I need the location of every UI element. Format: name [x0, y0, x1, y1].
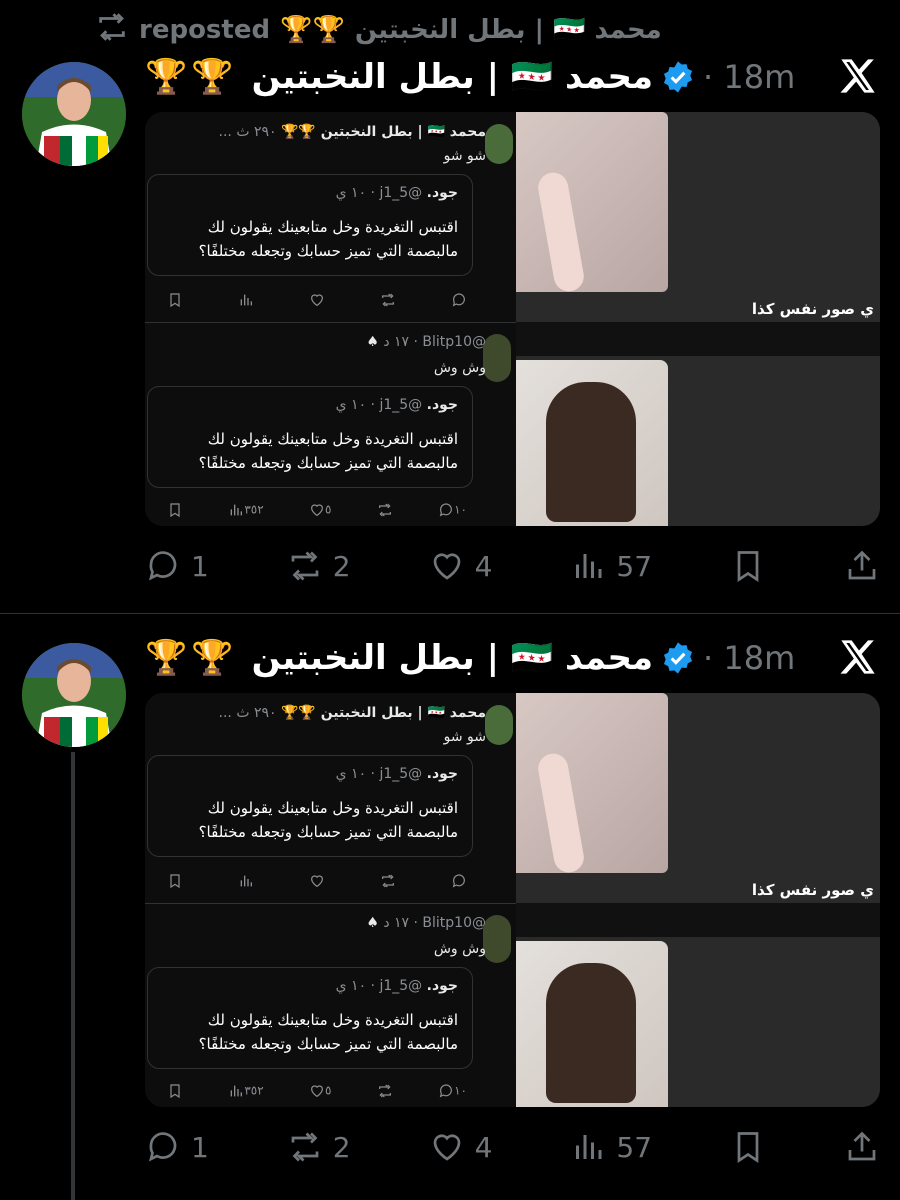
bookmark-button[interactable] [730, 1129, 766, 1165]
mini-reply [451, 873, 467, 889]
reply-icon [145, 1129, 181, 1165]
mini-views: ٣٥٢ [228, 1083, 264, 1099]
embedded-header: محمد 🇸🇾 | بطل النخبتين 🏆🏆 ٢٩٠ ث ... [218, 705, 486, 721]
hand-shape [546, 963, 636, 1103]
media-screenshot-thread: محمد 🇸🇾 | بطل النخبتين 🏆🏆 ٢٩٠ ث ... شو شو… [145, 693, 516, 1107]
post[interactable]: 🏆🏆 محمد 🇸🇾 | بطل النخبتين · 18m محمد 🇸🇾 | ب… [0, 0, 900, 1200]
mini-action-bar: ٣٥٢ ٥ ١٠ [167, 1083, 467, 1099]
reply-button[interactable]: 1 [145, 1129, 209, 1165]
quoted-text: اقتبس التغريدة وخل متابعينك يقولون لك مال… [198, 1011, 458, 1053]
mini-bookmark-icon [167, 873, 183, 889]
post-header: 🏆🏆 محمد 🇸🇾 | بطل النخبتين · 18m [145, 633, 880, 683]
mini-bookmark-icon [167, 1083, 183, 1099]
mini-action-bar [167, 873, 467, 889]
mini-like: ٥ [309, 1083, 331, 1099]
overlay-caption: ي صور نفس كذا [751, 881, 874, 899]
thread-divider [145, 903, 516, 904]
quoted-text: اقتبس التغريدة وخل متابعينك يقولون لك مال… [198, 799, 458, 841]
share-button[interactable] [844, 1129, 880, 1165]
views-button[interactable]: 57 [570, 1129, 652, 1165]
reply-header: @Blitp10 · ١٧ د ♠ [366, 915, 486, 931]
avatar[interactable] [22, 643, 126, 747]
thread-line [71, 752, 75, 1200]
trophies: 🏆🏆 [145, 638, 238, 678]
mini-reply: ١٠ [438, 1083, 467, 1099]
embedded-text: شو شو [443, 729, 486, 745]
reply-avatar [483, 915, 511, 963]
views-icon [570, 1129, 606, 1165]
heart-icon [429, 1129, 465, 1165]
verified-badge-icon [661, 641, 695, 675]
bookmark-icon [730, 1129, 766, 1165]
post-media[interactable]: محمد 🇸🇾 | بطل النخبتين 🏆🏆 ٢٩٠ ث ... شو شو… [145, 693, 880, 1107]
like-button[interactable]: 4 [429, 1129, 492, 1165]
quoted-header: جود. @5_j1 · ١٠ ي [335, 766, 458, 782]
reply-text: وش وش [433, 941, 486, 957]
repost-icon [287, 1129, 323, 1165]
quoted-card: جود. @5_j1 · ١٠ ي اقتبس التغريدة وخل متاب… [147, 755, 473, 857]
post-time[interactable]: · 18m [703, 639, 795, 677]
share-icon [844, 1129, 880, 1165]
author-name[interactable]: محمد 🇸🇾 | بطل النخبتين [252, 638, 653, 678]
mini-repost-icon [377, 1083, 393, 1099]
chat-strip [516, 903, 880, 937]
mini-like [309, 873, 325, 889]
quoted-header: جود. @5_j1 · ١٠ ي [335, 978, 458, 994]
hand-photo-top [516, 693, 668, 873]
repost-button[interactable]: 2 [287, 1129, 351, 1165]
mini-repost-icon [380, 873, 396, 889]
mini-views [238, 873, 254, 889]
x-logo-icon[interactable] [838, 637, 878, 677]
embedded-avatar [485, 705, 513, 745]
quoted-card: جود. @5_j1 · ١٠ ي اقتبس التغريدة وخل متاب… [147, 967, 473, 1069]
action-bar: 1 2 4 57 [145, 1122, 880, 1172]
media-screenshot-photos: ي صور نفس كذا [516, 693, 880, 1107]
